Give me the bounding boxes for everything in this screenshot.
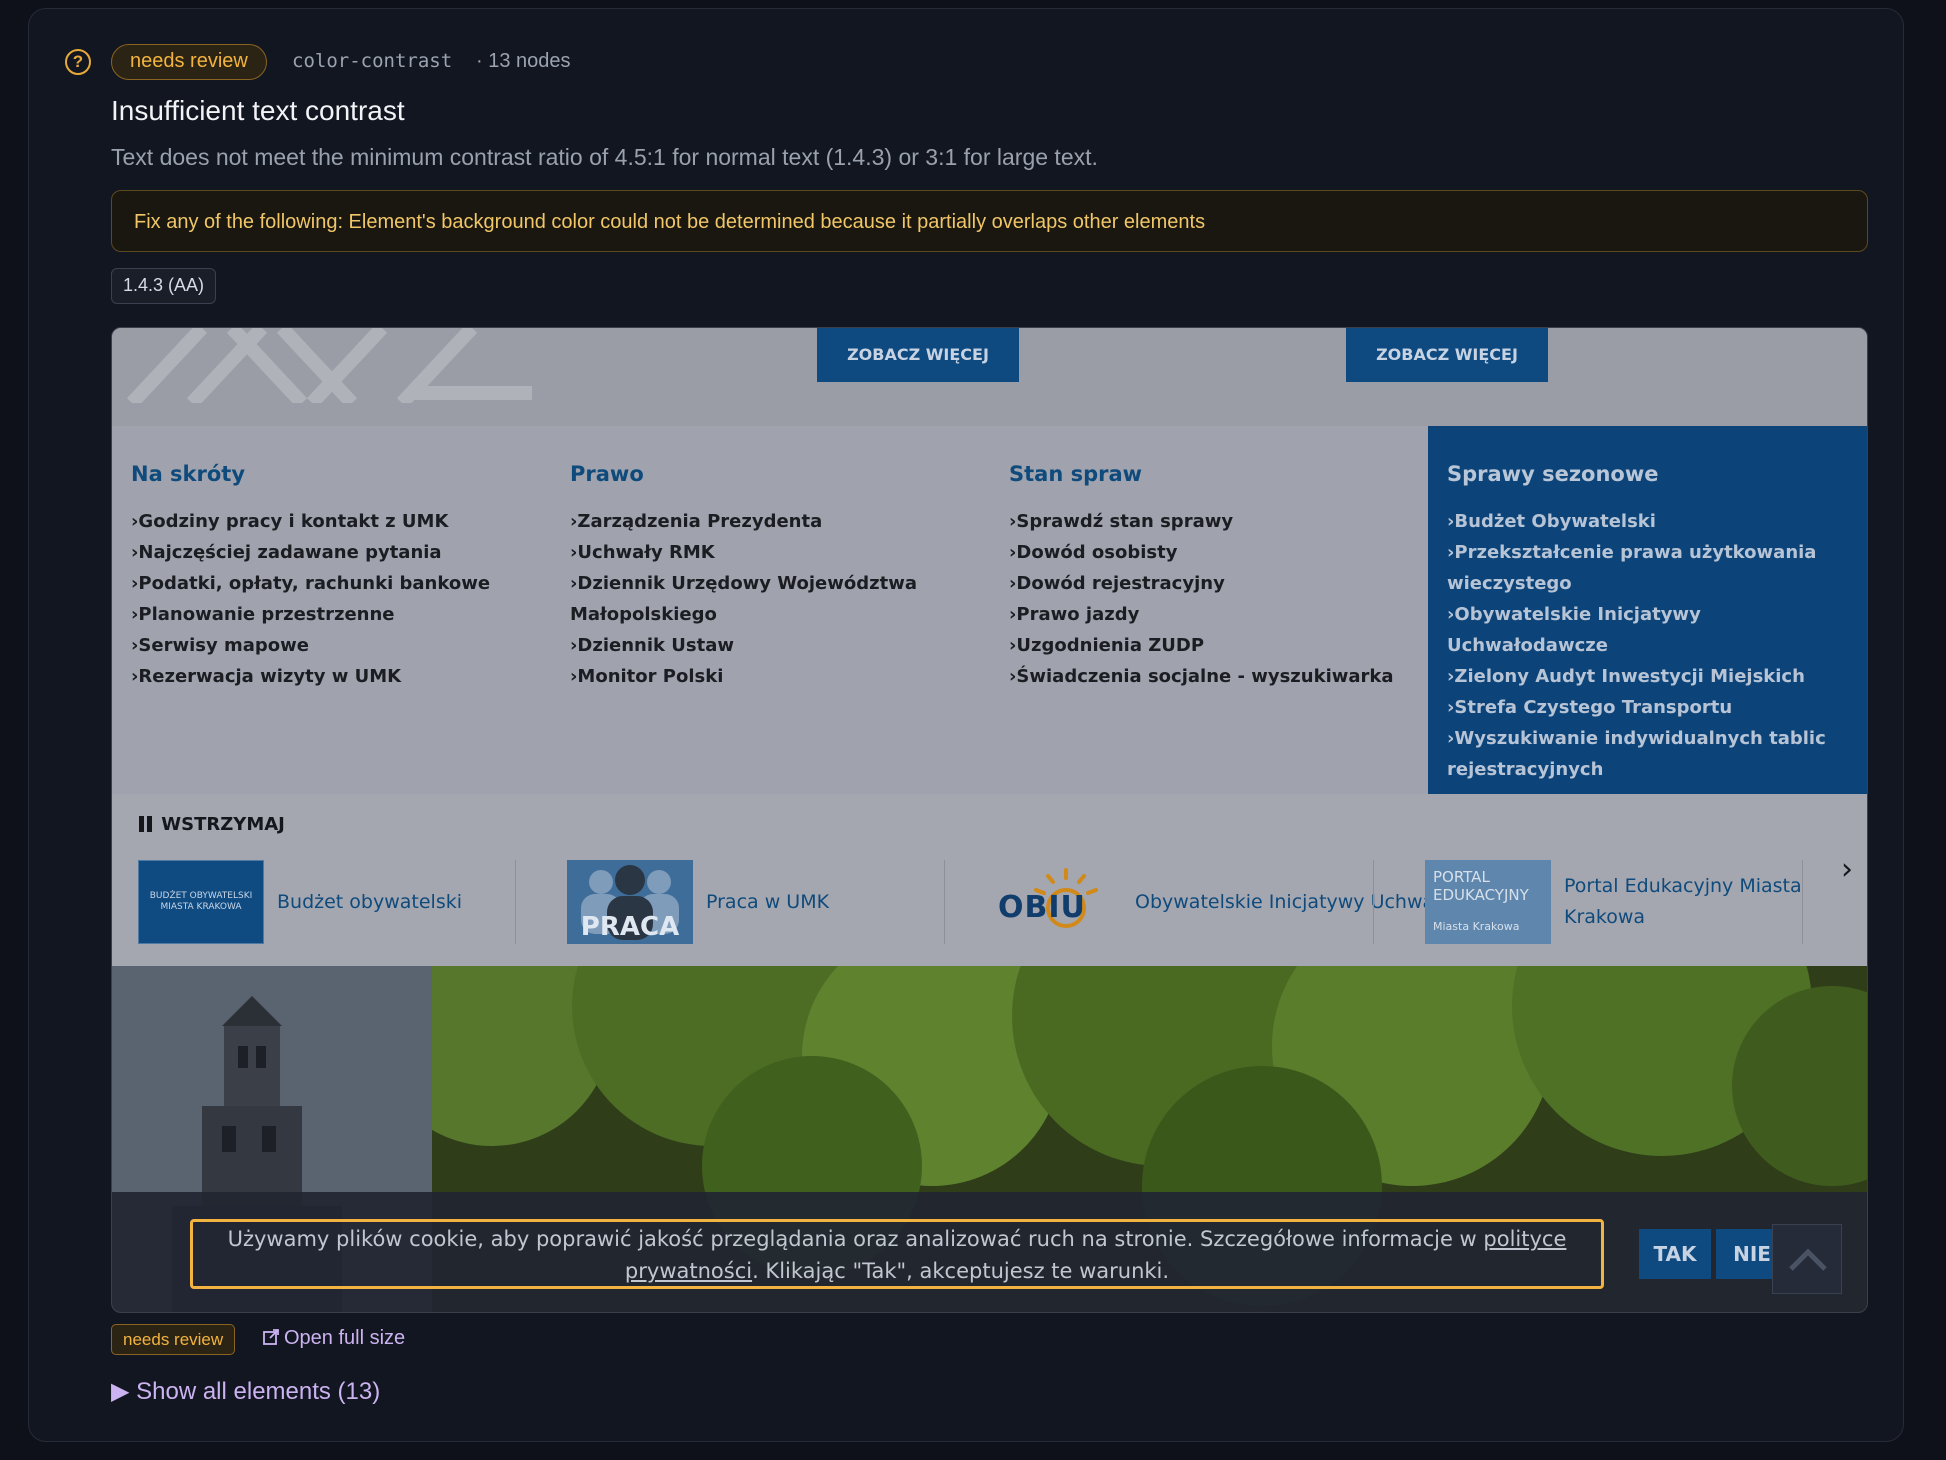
show-all-elements-toggle[interactable]: ▶ Show all elements (13)	[111, 1377, 380, 1406]
column-heading: Stan spraw	[1009, 462, 1143, 486]
thumb-subtext: Miasta Krakowa	[1433, 920, 1520, 933]
column-heading: Sprawy sezonowe	[1447, 462, 1659, 486]
list-item[interactable]: Prawo jazdy	[1009, 599, 1419, 630]
pause-icon	[139, 816, 144, 832]
list-item[interactable]: Zielony Audyt Inwestycji Miejskich	[1447, 661, 1857, 692]
list-item[interactable]: Strefa Czystego Transportu	[1447, 692, 1857, 723]
chevron-up-icon	[1789, 1248, 1827, 1271]
list-item[interactable]: Rezerwacja wizyty w UMK	[131, 661, 541, 692]
obiu-logo: OBIU	[996, 860, 1122, 944]
thumb-text: OBIU	[998, 890, 1086, 925]
cookie-text: Używamy plików cookie, aby poprawić jako…	[227, 1227, 1484, 1251]
divider	[944, 860, 945, 944]
wcag-tag: 1.4.3 (AA)	[111, 268, 217, 304]
chevron-right-icon[interactable]: ›	[1841, 852, 1853, 887]
decorative-pattern	[126, 328, 532, 403]
status-badge: needs review	[111, 44, 267, 80]
list-item[interactable]: Najczęściej zadawane pytania	[131, 537, 541, 568]
list-item[interactable]: Dziennik Ustaw	[570, 630, 930, 661]
pause-icon	[147, 816, 152, 832]
list-item[interactable]: Dowód rejestracyjny	[1009, 568, 1419, 599]
list-item[interactable]: Planowanie przestrzenne	[131, 599, 541, 630]
list-item[interactable]: Obywatelskie Inicjatywy Uchwałodawcze	[1447, 599, 1857, 661]
question-circle-icon: ?	[65, 49, 91, 75]
list-item[interactable]: Budżet Obywatelski	[1447, 506, 1857, 537]
list-item[interactable]: Uchwały RMK	[570, 537, 930, 568]
thumb-text: BUDŻET OBYWATELSKI MIASTA KRAKOWA	[149, 891, 253, 912]
carousel-item-label: Budżet obywatelski	[277, 890, 462, 913]
pause-label: WSTRZYMAJ	[161, 814, 285, 835]
list-item[interactable]: Zarządzenia Prezydenta	[570, 506, 930, 537]
element-screenshot: ZOBACZ WIĘCEJ ZOBACZ WIĘCEJ Na skróty Go…	[111, 327, 1868, 1313]
pause-button[interactable]: WSTRZYMAJ	[139, 814, 285, 835]
issue-description: Text does not meet the minimum contrast …	[111, 144, 1098, 170]
list-item[interactable]: Podatki, opłaty, rachunki bankowe	[131, 568, 541, 599]
status-badge-small: needs review	[111, 1324, 236, 1355]
scroll-to-top-button[interactable]	[1772, 1224, 1842, 1294]
divider	[1373, 860, 1374, 944]
cookie-text-end: . Klikając "Tak", akceptujesz te warunki…	[752, 1259, 1170, 1283]
column-heading: Prawo	[570, 462, 644, 486]
list-item[interactable]: Uzgodnienia ZUDP	[1009, 630, 1419, 661]
column-law: Prawo Zarządzenia Prezydenta Uchwały RMK…	[570, 462, 930, 692]
see-more-button[interactable]: ZOBACZ WIĘCEJ	[1346, 328, 1548, 382]
cookie-message: Używamy plików cookie, aby poprawić jako…	[190, 1219, 1604, 1289]
node-count: · 13 nodes	[476, 50, 571, 72]
budget-thumbnail: BUDŻET OBYWATELSKI MIASTA KRAKOWA	[138, 860, 264, 944]
open-full-size-label: Open full size	[284, 1327, 406, 1349]
promo-carousel: WSTRZYMAJ BUDŻET OBYWATELSKI MIASTA KRAK…	[112, 794, 1867, 966]
screenshot-header-strip: ZOBACZ WIĘCEJ ZOBACZ WIĘCEJ	[112, 328, 1867, 426]
see-more-button[interactable]: ZOBACZ WIĘCEJ	[817, 328, 1019, 382]
portal-thumbnail: PORTAL EDUKACYJNY Miasta Krakowa	[1425, 860, 1551, 944]
carousel-item[interactable]: PRACA Praca w UMK	[567, 860, 829, 944]
seasonal-matters-panel: Sprawy sezonowe Budżet Obywatelski Przek…	[1428, 426, 1867, 794]
list-item[interactable]: Sprawdź stan sprawy	[1009, 506, 1419, 537]
list-item[interactable]: Godziny pracy i kontakt z UMK	[131, 506, 541, 537]
accept-cookies-button[interactable]: TAK	[1639, 1229, 1711, 1279]
thumb-text: PRACA	[580, 912, 680, 942]
issue-title: Insufficient text contrast	[111, 95, 405, 126]
list-item[interactable]: Wyszukiwanie indywidualnych tablic rejes…	[1447, 723, 1857, 785]
divider	[515, 860, 516, 944]
carousel-item[interactable]: PORTAL EDUKACYJNY Miasta Krakowa Portal …	[1425, 860, 1804, 944]
divider	[1802, 860, 1803, 944]
column-case-status: Stan spraw Sprawdź stan sprawy Dowód oso…	[1009, 462, 1419, 692]
cookie-banner: Używamy plików cookie, aby poprawić jako…	[112, 1192, 1867, 1312]
carousel-item-label: Praca w UMK	[706, 890, 830, 913]
open-full-size-link[interactable]: Open full size	[262, 1327, 405, 1350]
column-shortcuts: Na skróty Godziny pracy i kontakt z UMK …	[131, 462, 541, 692]
carousel-item-label: Portal Edukacyjny Miasta Krakowa	[1564, 875, 1802, 928]
list-item[interactable]: Świadczenia socjalne - wyszukiwarka	[1009, 661, 1419, 692]
list-item[interactable]: Dowód osobisty	[1009, 537, 1419, 568]
thumb-text: PORTAL EDUKACYJNY	[1433, 868, 1529, 904]
list-item[interactable]: Przekształcenie prawa użytkowania wieczy…	[1447, 537, 1857, 599]
work-thumbnail: PRACA	[567, 860, 693, 944]
external-link-icon	[263, 1329, 279, 1345]
list-item[interactable]: Monitor Polski	[570, 661, 930, 692]
fix-message: Fix any of the following: Element's back…	[111, 190, 1868, 252]
column-heading: Na skróty	[131, 462, 246, 486]
list-item[interactable]: Dziennik Urzędowy Województwa Małopolski…	[570, 568, 930, 630]
rule-id: color-contrast	[292, 50, 453, 72]
carousel-item[interactable]: BUDŻET OBYWATELSKI MIASTA KRAKOWA Budżet…	[138, 860, 462, 944]
list-item[interactable]: Serwisy mapowe	[131, 630, 541, 661]
